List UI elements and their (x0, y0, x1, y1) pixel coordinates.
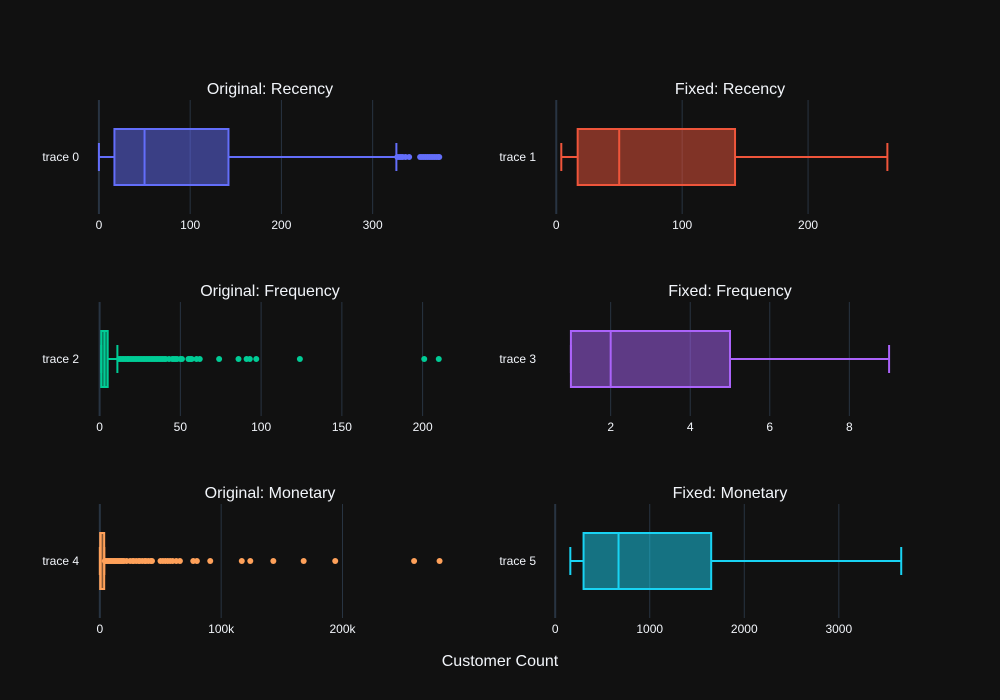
x-tick-label: 0 (552, 622, 559, 636)
trace-label: trace 4 (42, 554, 79, 568)
x-tick-label: 200 (413, 420, 433, 434)
outlier-point (216, 356, 223, 362)
x-tick-label: 300 (363, 218, 383, 232)
iqr-box (113, 128, 230, 186)
subplot-title: Fixed: Recency (675, 81, 785, 98)
outlier-point (196, 356, 203, 362)
outlier-point (421, 356, 428, 362)
x-axis-title: Customer Count (442, 653, 559, 670)
x-tick-label: 2000 (731, 622, 758, 636)
iqr-box (576, 128, 737, 186)
outlier-point (435, 356, 442, 362)
x-tick-label: 0 (96, 622, 103, 636)
trace-label: trace 1 (499, 150, 536, 164)
trace-label: trace 2 (42, 352, 79, 366)
box-plot-figure: 0 100 200 300Original: Recencytrace 00 100 20… (0, 0, 1000, 700)
x-tick-label: 0 (96, 218, 103, 232)
x-tick-label: 200 (798, 218, 818, 232)
trace-label: trace 3 (499, 352, 536, 366)
subplot-title: Original: Monetary (205, 485, 336, 502)
x-tick-label: 8 (846, 420, 853, 434)
figure-background (0, 0, 1000, 700)
outlier-point (207, 558, 214, 564)
x-tick-label: 3000 (825, 622, 852, 636)
outlier-point (411, 558, 418, 564)
outlier-point (246, 356, 253, 362)
x-tick-label: 200 (271, 218, 291, 232)
iqr-box (582, 532, 713, 590)
x-tick-label: 100 (251, 420, 271, 434)
outlier-point (176, 558, 183, 564)
x-tick-label: 150 (332, 420, 352, 434)
x-tick-label: 2 (607, 420, 614, 434)
x-tick-label: 50 (174, 420, 188, 434)
outlier-point (235, 356, 242, 362)
outlier-point (300, 558, 307, 564)
x-tick-label: 6 (766, 420, 773, 434)
outlier-point (296, 356, 303, 362)
x-tick-label: 100 (180, 218, 200, 232)
x-tick-label: 0 (553, 218, 560, 232)
outlier-point (178, 356, 185, 362)
subplot-title: Original: Recency (207, 81, 333, 98)
x-tick-label: 0 (96, 420, 103, 434)
subplot-title: Fixed: Monetary (673, 485, 788, 502)
outlier-point (270, 558, 277, 564)
x-tick-label: 100k (208, 622, 235, 636)
x-tick-label: 100 (672, 218, 692, 232)
outlier-point (247, 558, 254, 564)
outlier-point (406, 154, 413, 160)
x-tick-label: 1000 (636, 622, 663, 636)
trace-label: trace 5 (499, 554, 536, 568)
iqr-box (569, 330, 732, 388)
outlier-point (436, 558, 443, 564)
subplot-title: Original: Frequency (200, 283, 340, 300)
x-tick-label: 200k (329, 622, 356, 636)
outlier-point (238, 558, 245, 564)
outlier-point (332, 558, 339, 564)
outlier-point (436, 154, 443, 160)
x-tick-label: 4 (687, 420, 694, 434)
trace-label: trace 0 (42, 150, 79, 164)
outlier-point (253, 356, 260, 362)
outlier-point (148, 558, 155, 564)
subplot-title: Fixed: Frequency (668, 283, 792, 300)
outlier-point (193, 558, 200, 564)
